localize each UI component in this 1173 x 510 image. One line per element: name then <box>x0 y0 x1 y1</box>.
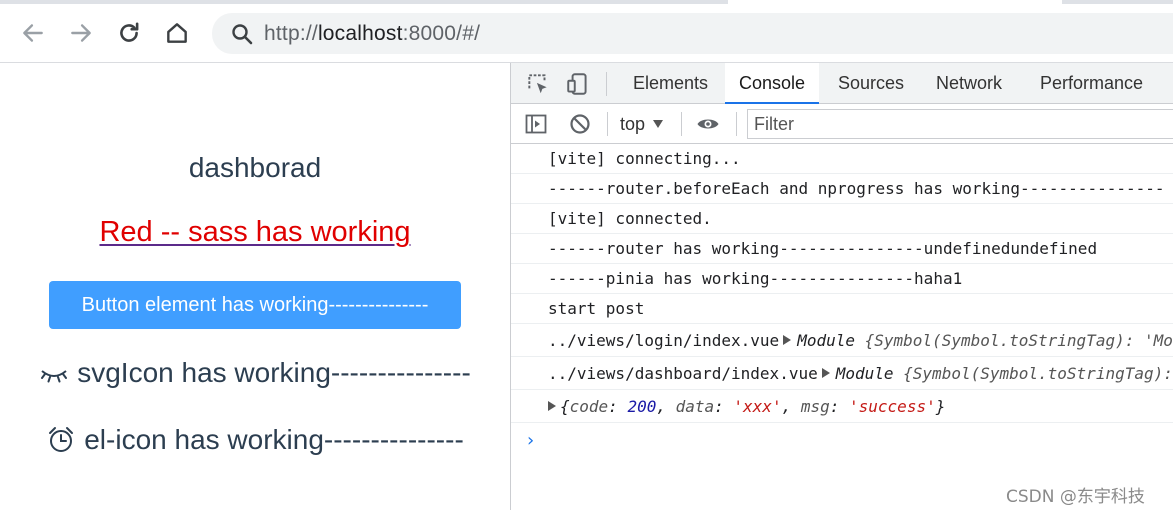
tab-sources[interactable]: Sources <box>824 63 918 104</box>
svg-icon-row: svgIcon has working--------------- <box>0 357 510 389</box>
tab-console[interactable]: Console <box>725 63 820 104</box>
url-scheme: http:// <box>264 21 318 45</box>
browser-toolbar: http://localhost:8000/#/ <box>0 0 1173 63</box>
console-message: [vite] connected. <box>511 204 1173 234</box>
filter-bar-separator <box>736 112 737 136</box>
device-toolbar-icon[interactable] <box>565 71 591 97</box>
console-message-module: ../views/login/index.vue Module {Symbol(… <box>511 324 1173 357</box>
arrow-left-icon <box>23 24 43 42</box>
watermark: CSDN @东宇科技 <box>1006 487 1145 507</box>
tab-bar-separator <box>606 72 607 96</box>
tab-elements[interactable]: Elements <box>619 63 722 104</box>
console-prompt[interactable]: › <box>525 430 536 451</box>
address-bar[interactable]: http://localhost:8000/#/ <box>212 13 1173 54</box>
module-detail[interactable]: {Symbol(Symbol.toStringTag): 'Module' <box>903 364 1173 383</box>
sass-text: Red -- sass has working <box>0 216 510 249</box>
console-message-object: {code: 200, data: 'xxx', msg: 'success'} <box>511 390 1173 423</box>
reload-button[interactable] <box>113 17 145 49</box>
tab-performance[interactable]: Performance <box>1026 63 1157 104</box>
page-title: dashborad <box>188 152 322 183</box>
object-key: data <box>675 396 715 416</box>
forward-button[interactable] <box>65 17 97 49</box>
object-preview[interactable]: {code: 200, data: 'xxx', msg: 'success'} <box>560 397 945 416</box>
expand-triangle-icon[interactable] <box>548 401 556 411</box>
home-icon <box>167 23 187 43</box>
filter-input[interactable] <box>747 109 1173 139</box>
object-value: 'success' <box>849 396 936 416</box>
object-key: code <box>569 396 609 416</box>
url-text: http://localhost:8000/#/ <box>264 22 480 46</box>
filter-bar-separator <box>681 112 682 136</box>
module-detail[interactable]: {Symbol(Symbol.toStringTag): 'Module' <box>865 331 1173 350</box>
console-output: [vite] connecting... ------router.before… <box>511 144 1173 510</box>
module-path: ../views/login/index.vue <box>548 330 780 350</box>
svg-icon-text: svgIcon has working--------------- <box>77 357 471 388</box>
el-icon-text: el-icon has working--------------- <box>84 424 464 455</box>
alarm-clock-icon <box>49 427 74 452</box>
arrow-right-icon <box>71 24 91 42</box>
object-brace: { <box>560 396 570 416</box>
devtools-panel: Elements Console Sources Network Perform… <box>510 63 1173 510</box>
console-filter-bar: top <box>511 104 1173 144</box>
caret-down-icon <box>653 120 664 128</box>
search-icon <box>232 23 253 44</box>
console-message: [vite] connecting... <box>511 144 1173 174</box>
eye-icon[interactable] <box>696 112 720 136</box>
context-selector[interactable]: top <box>620 112 664 136</box>
object-value: 'xxx' <box>733 396 782 416</box>
el-icon-row: el-icon has working--------------- <box>0 424 510 456</box>
module-path: ../views/dashboard/index.vue <box>548 363 818 383</box>
tab-strip <box>0 0 1173 6</box>
devtools-tab-bar: Elements Console Sources Network Perform… <box>511 63 1173 104</box>
tab-strip-segment <box>1062 0 1173 4</box>
url-host: localhost <box>317 21 403 45</box>
console-message: ------router.beforeEach and nprogress ha… <box>511 174 1173 204</box>
expand-triangle-icon[interactable] <box>821 368 830 378</box>
console-message: ------router has working---------------u… <box>511 234 1173 264</box>
sass-text-label: Red -- sass has working <box>99 216 411 248</box>
back-button[interactable] <box>17 17 49 49</box>
object-value: 200 <box>627 396 657 416</box>
reload-icon <box>120 22 139 42</box>
clear-console-icon[interactable] <box>568 112 592 136</box>
module-label[interactable]: Module <box>797 331 855 350</box>
object-key: msg <box>800 396 830 416</box>
console-message: start post <box>511 294 1173 324</box>
console-message: ------pinia has working---------------ha… <box>511 264 1173 294</box>
url-path: :8000/#/ <box>402 21 481 45</box>
context-label: top <box>620 114 646 134</box>
element-button[interactable]: Button element has working--------------… <box>49 281 461 329</box>
expand-triangle-icon[interactable] <box>783 335 792 345</box>
module-label[interactable]: Module <box>836 364 894 383</box>
page-viewport: dashborad Red -- sass has working Button… <box>0 63 510 510</box>
filter-bar-separator <box>607 112 608 136</box>
sidebar-toggle-icon[interactable] <box>524 112 548 136</box>
tab-network[interactable]: Network <box>922 63 1016 104</box>
console-message-module: ../views/dashboard/index.vue Module {Sym… <box>511 357 1173 390</box>
object-brace: } <box>935 396 946 416</box>
tab-strip-segment <box>0 0 728 4</box>
home-button[interactable] <box>161 17 193 49</box>
eye-closed-icon <box>41 370 68 383</box>
inspect-element-icon[interactable] <box>525 71 551 97</box>
